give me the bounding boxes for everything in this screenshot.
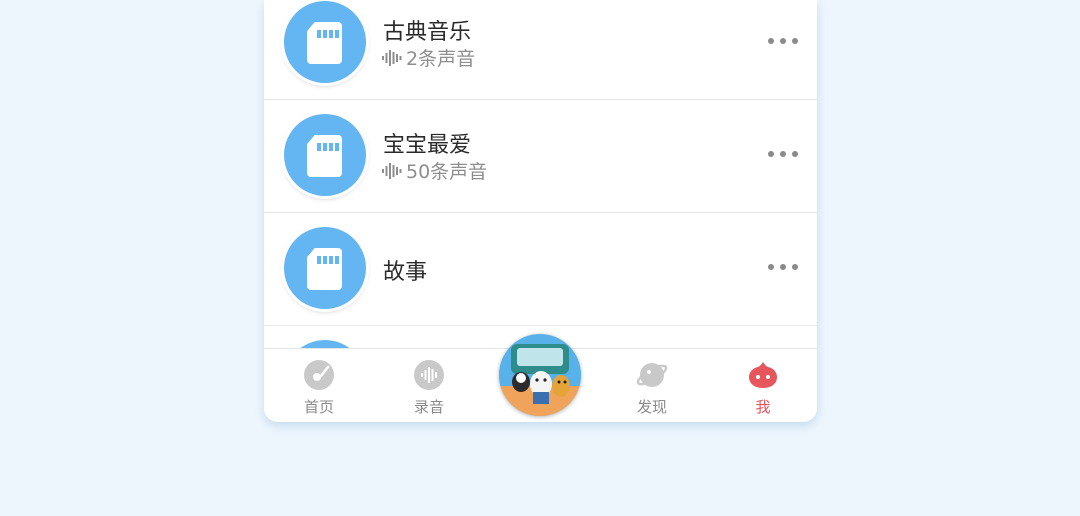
more-options-button[interactable] (768, 38, 798, 46)
list-item-count: 50条声音 (406, 161, 488, 183)
planet-icon (636, 363, 668, 387)
tab-record[interactable]: 录音 (374, 349, 484, 422)
more-options-button[interactable] (768, 151, 798, 159)
list-item-subtitle: 50条声音 (382, 157, 487, 184)
list-item-count: 2条声音 (406, 48, 476, 70)
list-item-subtitle: 2条声音 (382, 44, 475, 71)
app-screen: 古典音乐 2条声音 宝宝最爱 50条声音 故事 首页 录音 发现 我 (264, 0, 817, 422)
sd-card-icon (307, 248, 342, 290)
soundwave-icon (414, 360, 444, 390)
list-item[interactable]: 故事 (264, 213, 817, 327)
tab-label: 录音 (413, 398, 444, 416)
more-options-button[interactable] (768, 264, 798, 272)
sd-card-avatar (284, 227, 366, 309)
mascot-icon (749, 362, 777, 388)
tab-label: 我 (755, 398, 771, 416)
list-item-title: 宝宝最爱 (383, 133, 472, 158)
sd-card-icon (307, 22, 342, 64)
list-item[interactable]: 古典音乐 2条声音 (264, 0, 817, 101)
tab-home[interactable]: 首页 (264, 349, 374, 422)
list-item-title: 古典音乐 (383, 20, 472, 45)
tab-me[interactable]: 我 (708, 349, 817, 422)
sd-card-avatar (284, 114, 366, 196)
tab-discover[interactable]: 发现 (597, 349, 707, 422)
tab-label: 首页 (303, 398, 334, 416)
disc-icon (304, 360, 334, 390)
soundwave-icon (382, 162, 402, 179)
sd-card-icon (307, 135, 342, 177)
tab-label: 发现 (636, 398, 667, 416)
sd-card-avatar (284, 1, 366, 83)
cartoon-cover-image (499, 334, 581, 416)
list-item-title: 故事 (383, 260, 428, 285)
now-playing-button[interactable] (499, 334, 581, 416)
list-item[interactable]: 宝宝最爱 50条声音 (264, 100, 817, 214)
soundwave-icon (382, 49, 402, 66)
